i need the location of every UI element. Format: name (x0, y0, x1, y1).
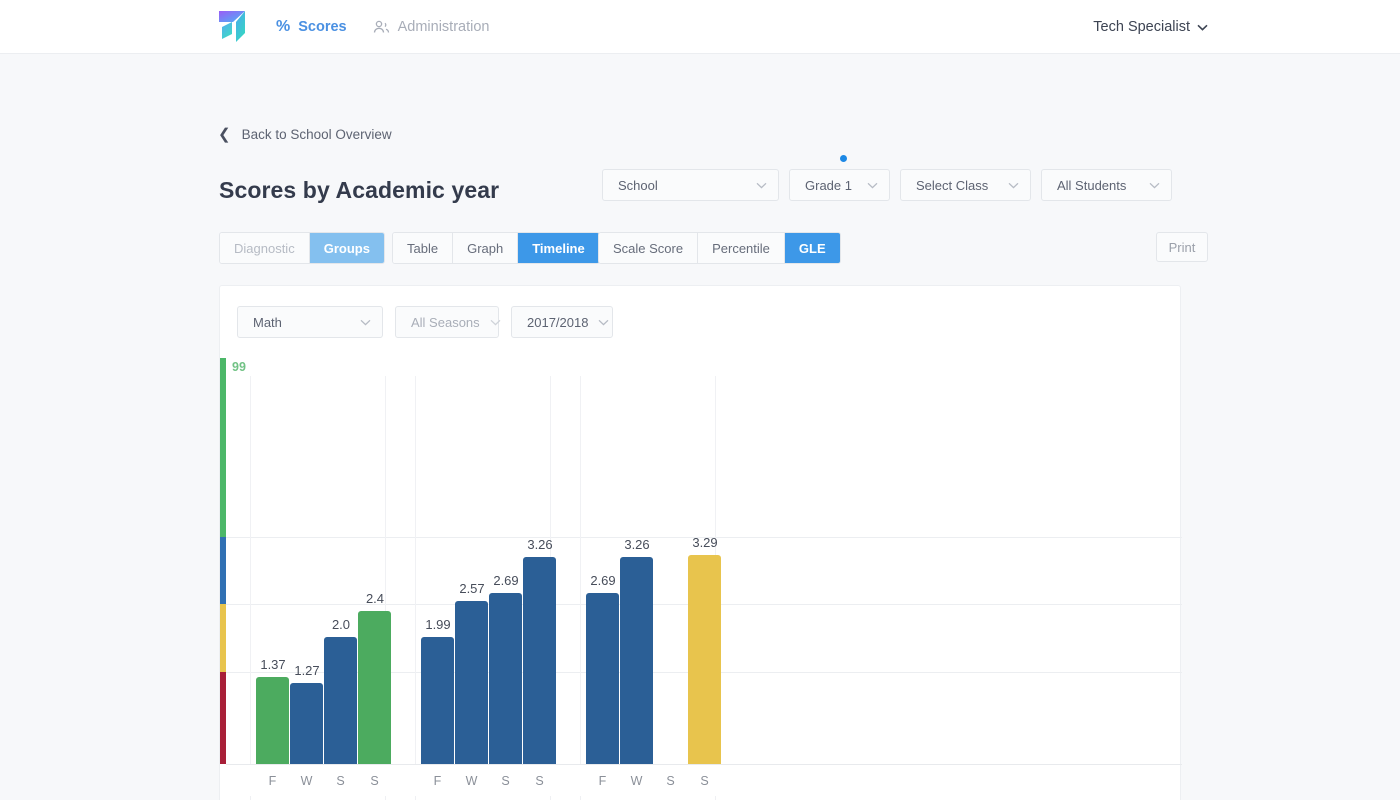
grade-select-label: Grade 1 (805, 177, 852, 193)
season-label: F (433, 774, 442, 788)
bar[interactable] (489, 593, 522, 764)
season-label: S (666, 774, 675, 788)
bar[interactable] (358, 611, 391, 764)
chart-filter-bar: Math All Seasons 2017/2018 (237, 306, 613, 338)
tab-scale-score[interactable]: Scale Score (599, 233, 699, 263)
metric-tabs: Scale Score Percentile GLE (598, 232, 841, 264)
bar[interactable] (256, 677, 289, 764)
season-select[interactable]: All Seasons (395, 306, 501, 338)
tab-diagnostic[interactable]: Diagnostic (220, 233, 310, 263)
group-separator (250, 796, 251, 800)
season-label: F (598, 774, 607, 788)
axis-top-label: 99 (232, 360, 246, 374)
group-separator (715, 796, 716, 800)
season-label: W (300, 774, 313, 788)
chart-plot-area: 1.37 1.27 2.0 2.4 1.99 2.57 2.69 3.26 2.69 3.26 3.… (226, 376, 1182, 764)
chevron-down-icon (490, 319, 501, 325)
grade-select[interactable]: Grade 1 (789, 169, 890, 201)
bar-value-label: 2.4 (365, 591, 385, 606)
subject-select[interactable]: Math (237, 306, 383, 338)
chart-card: Math All Seasons 2017/2018 99 1.37 1.27 2.… (219, 285, 1182, 800)
group-separator (415, 376, 416, 764)
season-label: F (268, 774, 277, 788)
group-view-segmented-control: Diagnostic Groups (219, 232, 385, 264)
display-mode-segmented-control: Table Graph Timeline (392, 232, 600, 264)
subject-select-label: Math (253, 314, 282, 330)
app-logo[interactable] (216, 7, 250, 45)
tab-graph[interactable]: Graph (453, 233, 519, 263)
people-icon (373, 20, 390, 34)
tab-percentile[interactable]: Percentile (698, 233, 785, 263)
season-label: S (535, 774, 544, 788)
bar[interactable] (688, 555, 721, 764)
bar[interactable] (523, 557, 556, 764)
season-label: S (700, 774, 709, 788)
bar-value-label: 3.29 (692, 535, 718, 550)
school-select[interactable]: School (602, 169, 779, 201)
season-label: W (465, 774, 478, 788)
chevron-down-icon (1197, 24, 1208, 31)
students-select-label: All Students (1057, 177, 1127, 193)
print-button[interactable]: Print (1156, 232, 1208, 262)
chevron-down-icon (756, 182, 767, 188)
chevron-down-icon (1149, 182, 1160, 188)
tab-gle[interactable]: GLE (784, 233, 840, 263)
year-select[interactable]: 2017/2018 (511, 306, 613, 338)
nav-item-administration[interactable]: Administration (373, 19, 490, 35)
bar[interactable] (620, 557, 653, 764)
group-view-tabs: Diagnostic Groups (219, 232, 385, 264)
percent-icon: % (276, 18, 291, 35)
back-link-label: Back to School Overview (241, 127, 392, 142)
back-to-school-overview-link[interactable]: ❮ Back to School Overview (218, 127, 392, 142)
chevron-down-icon (1008, 182, 1019, 188)
group-separator (580, 796, 581, 800)
user-menu-label: Tech Specialist (1093, 19, 1190, 35)
chevron-down-icon (867, 182, 878, 188)
year-select-label: 2017/2018 (527, 314, 589, 330)
tab-table[interactable]: Table (393, 233, 454, 263)
nav-item-scores[interactable]: % Scores (276, 18, 347, 36)
bar[interactable] (455, 601, 488, 764)
display-mode-tabs: Table Graph Timeline (392, 232, 600, 264)
page-title: Scores by Academic year (219, 177, 500, 203)
season-label: S (370, 774, 379, 788)
bar-value-label: 3.26 (624, 537, 650, 552)
class-select[interactable]: Select Class (900, 169, 1031, 201)
class-select-label: Select Class (916, 177, 989, 193)
season-axis-labels: FWSSFWSSFWSS (226, 768, 1182, 796)
students-select[interactable]: All Students (1041, 169, 1172, 201)
tab-timeline[interactable]: Timeline (518, 233, 599, 263)
bar[interactable] (421, 637, 454, 764)
group-separator (415, 796, 416, 800)
filter-change-indicator-dot (840, 155, 847, 162)
tab-groups[interactable]: Groups (309, 233, 384, 263)
group-separator (580, 376, 581, 764)
nav-item-scores-label: Scores (298, 19, 347, 35)
top-filter-bar: School Grade 1 Select Class All Students (602, 169, 1172, 201)
bar-value-label: 3.26 (527, 537, 553, 552)
chart-baseline (226, 764, 1182, 765)
nav-item-administration-label: Administration (397, 19, 490, 35)
bar[interactable] (290, 683, 323, 764)
bar[interactable] (324, 637, 357, 764)
season-label: S (336, 774, 345, 788)
top-navigation-bar: % Scores Administration Tech Specialist (0, 0, 1400, 54)
primary-nav: % Scores Administration (276, 0, 489, 54)
group-separator (250, 376, 251, 764)
season-label: W (630, 774, 643, 788)
timeline-bar-chart: 99 1.37 1.27 2.0 2.4 1.99 2.57 2.69 3.26 2.69 3.2… (220, 358, 1182, 800)
metric-segmented-control: Scale Score Percentile GLE (598, 232, 841, 264)
bar[interactable] (586, 593, 619, 764)
user-menu[interactable]: Tech Specialist (1093, 0, 1208, 54)
group-separator (550, 796, 551, 800)
group-separator (385, 796, 386, 800)
chevron-left-icon: ❮ (218, 126, 231, 143)
school-select-label: School (618, 177, 658, 193)
chevron-down-icon (360, 319, 371, 325)
group-axis-labels: 2017/2018Grade 12018/2019Grade 22019/202… (226, 796, 1182, 800)
season-label: S (501, 774, 510, 788)
season-select-label: All Seasons (411, 314, 480, 330)
chevron-down-icon (599, 319, 609, 325)
